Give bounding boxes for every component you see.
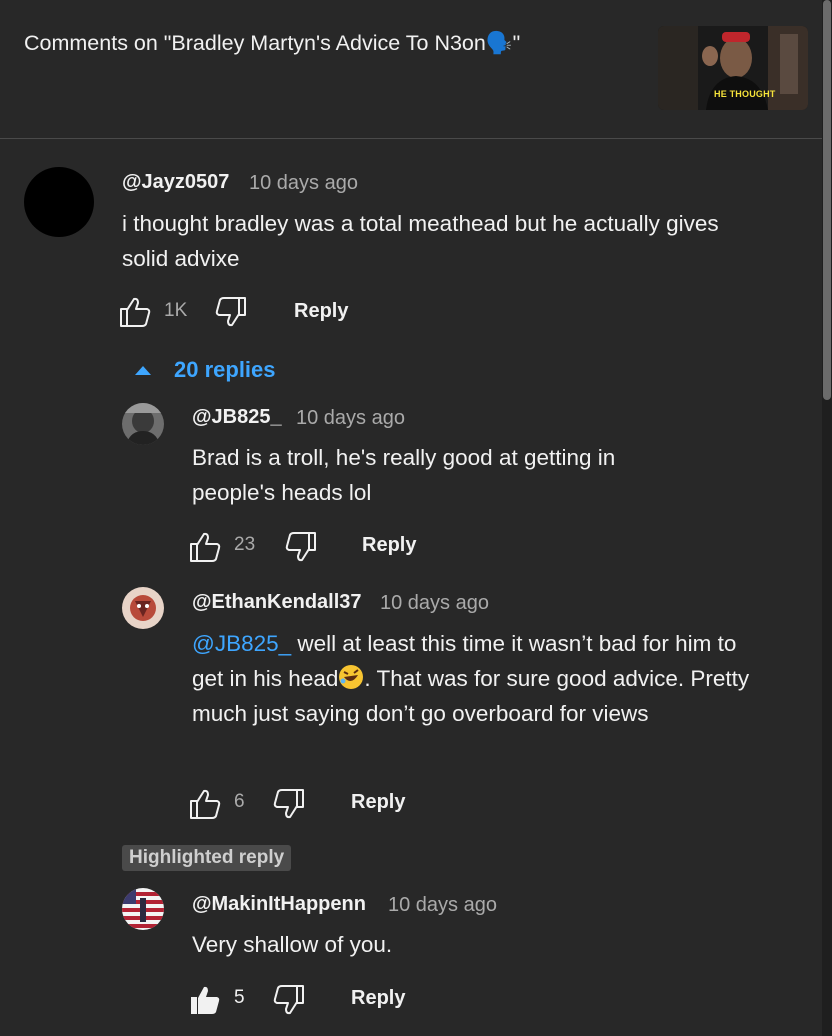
like-icon[interactable]	[188, 787, 222, 821]
comment-timestamp[interactable]: 10 days ago	[380, 592, 489, 615]
reply-button[interactable]: Reply	[351, 987, 405, 1010]
avatar[interactable]	[122, 587, 164, 629]
comments-header: Comments on "Bradley Martyn's Advice To …	[0, 0, 822, 139]
page-title: Comments on "Bradley Martyn's Advice To …	[24, 31, 521, 55]
comment-text: Very shallow of you.	[192, 932, 393, 957]
comment-author[interactable]: @MakinItHappenn	[192, 893, 366, 916]
avatar-image	[122, 587, 164, 629]
video-thumbnail[interactable]: HE THOUGHT	[658, 26, 808, 110]
avatar-image	[122, 888, 164, 930]
scrollbar-thumb[interactable]	[823, 0, 831, 400]
replies-toggle[interactable]: 20 replies	[132, 357, 276, 383]
dislike-icon[interactable]	[214, 295, 248, 329]
like-count: 1K	[164, 300, 188, 321]
like-icon[interactable]	[188, 530, 222, 564]
reply-button[interactable]: Reply	[362, 534, 416, 557]
like-count: 23	[234, 534, 256, 555]
highlighted-reply-badge: Highlighted reply	[122, 845, 292, 871]
dislike-icon[interactable]	[272, 983, 306, 1017]
comment-timestamp[interactable]: 10 days ago	[296, 407, 405, 430]
comment-author[interactable]: @JB825_	[192, 406, 282, 429]
dislike-icon[interactable]	[284, 530, 318, 564]
like-count: 5	[234, 987, 245, 1008]
avatar[interactable]	[122, 403, 164, 445]
comment-text: Brad is a troll, he's really good at get…	[192, 445, 616, 505]
like-icon-filled[interactable]	[188, 983, 222, 1017]
reply-button[interactable]: Reply	[294, 300, 348, 323]
avatar-image	[122, 403, 164, 445]
comment-text: @JB825_ well at least this time it wasn’…	[192, 626, 752, 731]
comment-author[interactable]: @Jayz0507	[122, 171, 229, 194]
comment-author[interactable]: @EthanKendall37	[192, 591, 362, 614]
like-icon[interactable]	[118, 295, 152, 329]
mention-link[interactable]: @JB825_	[192, 631, 291, 656]
avatar[interactable]	[122, 888, 164, 930]
comment-timestamp[interactable]: 10 days ago	[388, 894, 497, 917]
thumbnail-caption: HE THOUGHT	[714, 89, 776, 99]
avatar[interactable]	[24, 167, 94, 237]
reply-button[interactable]: Reply	[351, 791, 405, 814]
rofl-emoji-icon	[339, 665, 364, 689]
caret-up-icon	[135, 366, 151, 375]
comment-text: i thought bradley was a total meathead b…	[122, 211, 719, 271]
dislike-icon[interactable]	[272, 787, 306, 821]
scrollbar[interactable]	[822, 0, 832, 1036]
like-count: 6	[234, 791, 245, 812]
comment-timestamp[interactable]: 10 days ago	[249, 172, 358, 195]
replies-count: 20 replies	[174, 357, 276, 382]
